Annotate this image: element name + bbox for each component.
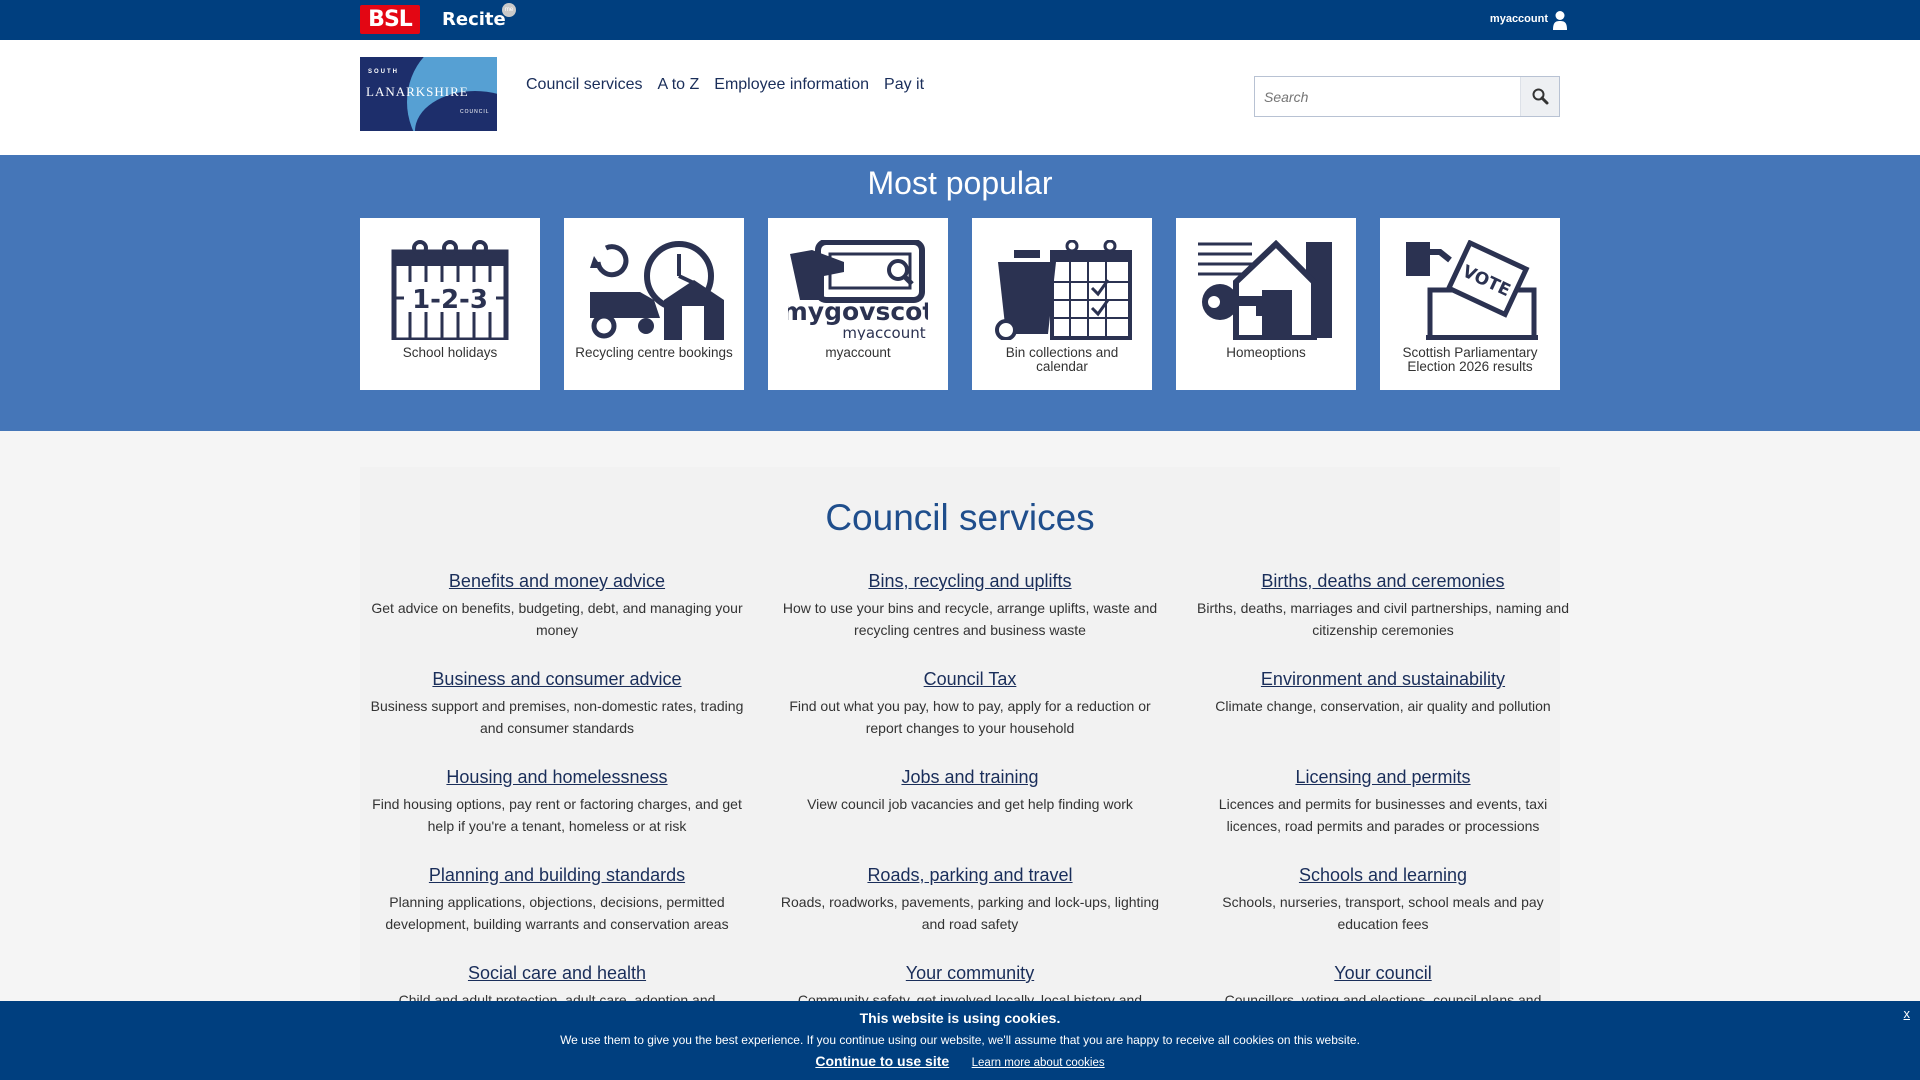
ballot-box-icon: VOTE <box>1406 240 1538 340</box>
service-item: Schools and learning Schools, nurseries,… <box>1193 865 1573 935</box>
service-item: Licensing and permits Licences and permi… <box>1193 767 1573 837</box>
service-item: Environment and sustainability Climate c… <box>1193 669 1573 717</box>
tile-election-results[interactable]: VOTE Scottish Parliamentary Election 202… <box>1380 218 1560 390</box>
cookie-title: This website is using cookies. <box>859 1010 1061 1026</box>
service-link-planning[interactable]: Planning and building standards <box>367 865 747 886</box>
service-item: Council Tax Find out what you pay, how t… <box>780 669 1160 739</box>
tile-recycling-centre-bookings[interactable]: Recycling centre bookings <box>564 218 744 390</box>
search-button[interactable] <box>1520 77 1559 116</box>
top-utility-bar: BSL Recite me myaccount <box>0 0 1920 40</box>
service-link-council-tax[interactable]: Council Tax <box>780 669 1160 690</box>
service-description: Schools, nurseries, transport, school me… <box>1222 894 1544 932</box>
user-icon[interactable] <box>1552 10 1568 30</box>
logo-line3: COUNCIL <box>460 109 490 115</box>
tile-label: myaccount <box>825 345 891 360</box>
service-link-environment[interactable]: Environment and sustainability <box>1193 669 1573 690</box>
calendar-123-icon: 1-2-3 <box>391 240 509 340</box>
service-description: View council job vacancies and get help … <box>807 796 1133 812</box>
service-item: Bins, recycling and uplifts How to use y… <box>780 571 1160 641</box>
search-input[interactable] <box>1255 77 1521 116</box>
tile-label: Homeoptions <box>1226 345 1306 360</box>
nav-council-services[interactable]: Council services <box>526 76 642 94</box>
tile-bin-collections[interactable]: Bin collections and calendar <box>972 218 1152 390</box>
service-link-community[interactable]: Your community <box>780 963 1160 984</box>
logo-line1: SOUTH <box>368 69 399 75</box>
myaccount-logo-text: myaccount <box>842 324 925 340</box>
recycling-clock-icon <box>590 241 724 340</box>
service-description: Planning applications, objections, decis… <box>385 894 729 932</box>
service-item: Benefits and money advice Get advice on … <box>367 571 747 641</box>
service-item: Business and consumer advice Business su… <box>367 669 747 739</box>
service-description: Get advice on benefits, budgeting, debt,… <box>371 600 743 638</box>
service-item: Housing and homelessness Find housing op… <box>367 767 747 837</box>
service-link-housing[interactable]: Housing and homelessness <box>367 767 747 788</box>
site-header: SOUTH LANARKSHIRE COUNCIL Council servic… <box>0 40 1920 155</box>
service-item: Births, deaths and ceremonies Births, de… <box>1193 571 1573 641</box>
svg-text:1-2-3: 1-2-3 <box>412 285 488 315</box>
service-description: Find housing options, pay rent or factor… <box>372 796 742 834</box>
most-popular-section: Most popular 1-2-3 School holidays Recyc… <box>0 155 1920 431</box>
cookie-actions: Continue to use site Learn more about co… <box>0 1053 1920 1071</box>
tile-label: Recycling centre bookings <box>575 345 733 360</box>
service-description: Business support and premises, non-domes… <box>370 698 744 736</box>
service-link-roads[interactable]: Roads, parking and travel <box>780 865 1160 886</box>
service-link-jobs[interactable]: Jobs and training <box>780 767 1160 788</box>
recite-badge: me <box>502 3 516 17</box>
service-link-schools[interactable]: Schools and learning <box>1193 865 1573 886</box>
service-link-births-deaths[interactable]: Births, deaths and ceremonies <box>1193 571 1573 592</box>
service-item: Jobs and training View council job vacan… <box>780 767 1160 815</box>
service-item: Roads, parking and travel Roads, roadwor… <box>780 865 1160 935</box>
service-link-benefits[interactable]: Benefits and money advice <box>367 571 747 592</box>
search-box <box>1254 76 1560 117</box>
service-description: How to use your bins and recycle, arrang… <box>782 600 1158 638</box>
service-description: Find out what you pay, how to pay, apply… <box>789 698 1151 736</box>
main-nav: Council services A to Z Employee informa… <box>526 76 924 94</box>
mygovscot-myaccount-icon: mygovscot myaccount <box>788 240 928 340</box>
service-link-your-council[interactable]: Your council <box>1193 963 1573 984</box>
bsl-button[interactable]: BSL <box>360 5 420 34</box>
nav-a-to-z[interactable]: A to Z <box>657 76 699 94</box>
council-services-title: Council services <box>825 497 1095 538</box>
tile-myaccount[interactable]: mygovscot myaccount myaccount <box>768 218 948 390</box>
cookie-banner: This website is using cookies. We use th… <box>0 1001 1920 1080</box>
service-link-licensing[interactable]: Licensing and permits <box>1193 767 1573 788</box>
recite-button[interactable]: Recite <box>442 9 506 30</box>
service-link-social-care[interactable]: Social care and health <box>367 963 747 984</box>
service-description: Licences and permits for businesses and … <box>1218 796 1548 834</box>
nav-pay-it[interactable]: Pay it <box>884 76 924 94</box>
logo-line2: LANARKSHIRE <box>366 84 469 99</box>
myaccount-link[interactable]: myaccount <box>1490 13 1548 25</box>
tile-homeoptions[interactable]: Homeoptions <box>1176 218 1356 390</box>
service-item: Planning and building standards Planning… <box>367 865 747 935</box>
service-description: Climate change, conservation, air qualit… <box>1215 698 1551 714</box>
search-icon <box>1532 88 1549 105</box>
service-description: Births, deaths, marriages and civil part… <box>1197 600 1569 638</box>
continue-button[interactable]: Continue to use site <box>815 1053 949 1069</box>
tile-label: Bin collections and calendar <box>1005 345 1119 374</box>
service-link-bins[interactable]: Bins, recycling and uplifts <box>780 571 1160 592</box>
tile-label: School holidays <box>402 345 498 360</box>
nav-employee-information[interactable]: Employee information <box>714 76 869 94</box>
service-description: Roads, roadworks, pavements, parking and… <box>780 894 1160 932</box>
council-logo[interactable]: SOUTH LANARKSHIRE COUNCIL <box>360 57 497 131</box>
learn-more-cookies-link[interactable]: Learn more about cookies <box>972 1057 1105 1069</box>
close-cookie-button[interactable]: x <box>1904 1006 1911 1021</box>
house-key-icon <box>1198 240 1332 340</box>
cookie-message: We use them to give you the best experie… <box>560 1033 1360 1047</box>
service-link-business[interactable]: Business and consumer advice <box>367 669 747 690</box>
bin-calendar-icon <box>995 240 1132 340</box>
tile-label: Scottish Parliamentary Election 2026 res… <box>1402 345 1538 374</box>
council-services-section: Council services Benefits and money advi… <box>360 467 1569 1080</box>
mygovscot-logo-text: mygovscot <box>788 297 928 326</box>
tile-school-holidays[interactable]: 1-2-3 School holidays <box>360 218 540 390</box>
most-popular-title: Most popular <box>867 165 1053 201</box>
